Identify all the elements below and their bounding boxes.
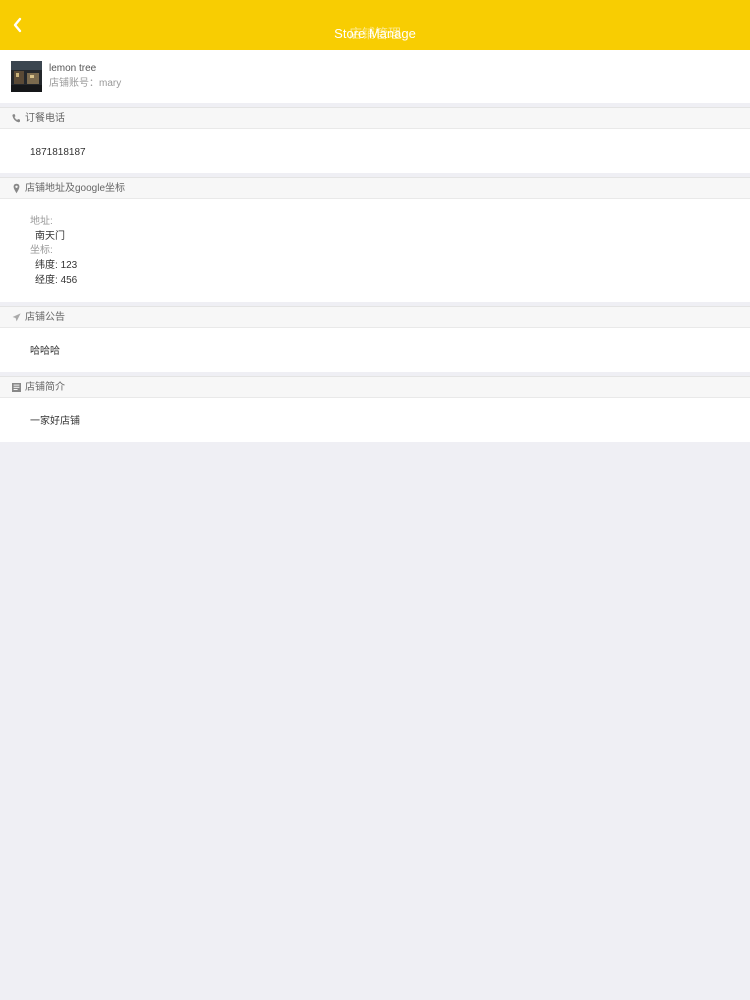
section-header-phone: 订餐电话 (0, 107, 750, 129)
section-body-notice[interactable]: 哈哈哈 (0, 328, 750, 372)
section-body-intro[interactable]: 一家好店铺 (0, 398, 750, 442)
latitude-row: 纬度: 123 (35, 260, 77, 272)
top-bar: Store Manage 店铺管理 (0, 0, 750, 50)
section-label-address: 店铺地址及google坐标 (25, 183, 126, 194)
address-value: 南天门 (35, 231, 65, 242)
intro-value: 一家好店铺 (30, 416, 80, 427)
latitude-value: 123 (60, 260, 78, 271)
store-avatar (11, 61, 42, 92)
phone-value: 1871818187 (30, 147, 86, 158)
coords-label: 坐标: (30, 245, 53, 256)
section-label-phone: 订餐电话 (25, 113, 65, 124)
store-profile-card[interactable]: lemon tree 店铺账号：mary (0, 50, 750, 103)
section-body-phone[interactable]: 1871818187 (0, 129, 750, 173)
section-label-notice: 店铺公告 (25, 312, 65, 323)
page-title-zh: 店铺管理 (348, 26, 401, 41)
latitude-label: 纬度: (35, 260, 58, 271)
section-header-address: 店铺地址及google坐标 (0, 177, 750, 199)
page-title: Store Manage 店铺管理 (0, 0, 750, 50)
address-label: 地址: (30, 216, 53, 227)
chevron-left-icon (13, 17, 22, 33)
section-label-intro: 店铺简介 (25, 382, 65, 393)
longitude-label: 经度: (35, 275, 58, 286)
section-body-address[interactable]: 地址: 南天门 坐标: 纬度: 123 经度: 456 (0, 199, 750, 302)
phone-icon (12, 114, 20, 123)
longitude-value: 456 (60, 275, 78, 286)
page-title-en: Store Manage (334, 26, 416, 41)
book-icon (12, 383, 21, 392)
section-header-intro: 店铺简介 (0, 376, 750, 398)
back-button[interactable] (6, 13, 30, 37)
location-pin-icon (13, 183, 20, 194)
store-name: lemon tree (49, 63, 97, 74)
store-account: 店铺账号：mary (49, 78, 121, 90)
section-header-notice: 店铺公告 (0, 306, 750, 328)
store-account-value: mary (99, 78, 122, 89)
store-account-label: 店铺账号： (49, 78, 99, 89)
notice-value: 哈哈哈 (30, 346, 60, 357)
longitude-row: 经度: 456 (35, 275, 77, 287)
send-icon (12, 313, 21, 322)
